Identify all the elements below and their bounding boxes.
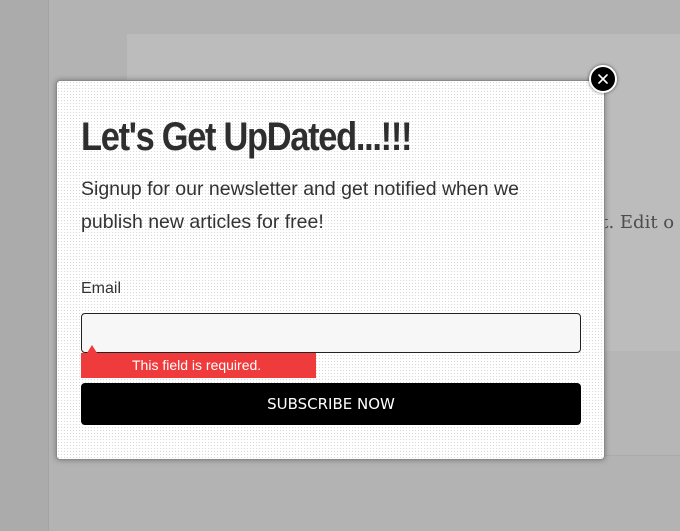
newsletter-popup: Let's Get UpDated...!!! Signup for our n… [56,80,605,460]
close-icon [598,74,608,84]
error-pointer [87,345,97,353]
close-popup-button[interactable] [589,65,617,93]
error-text: This field is required. [132,357,262,373]
email-error-message: This field is required. [81,345,316,378]
popup-title: Let's Get UpDated...!!! [81,115,412,159]
popup-subtitle: Signup for our newsletter and get notifi… [81,178,519,233]
email-input[interactable] [81,313,581,353]
subscribe-button[interactable]: SUBSCRIBE NOW [81,383,581,425]
email-label: Email [81,280,122,297]
page-sidebar-strip [0,0,49,531]
